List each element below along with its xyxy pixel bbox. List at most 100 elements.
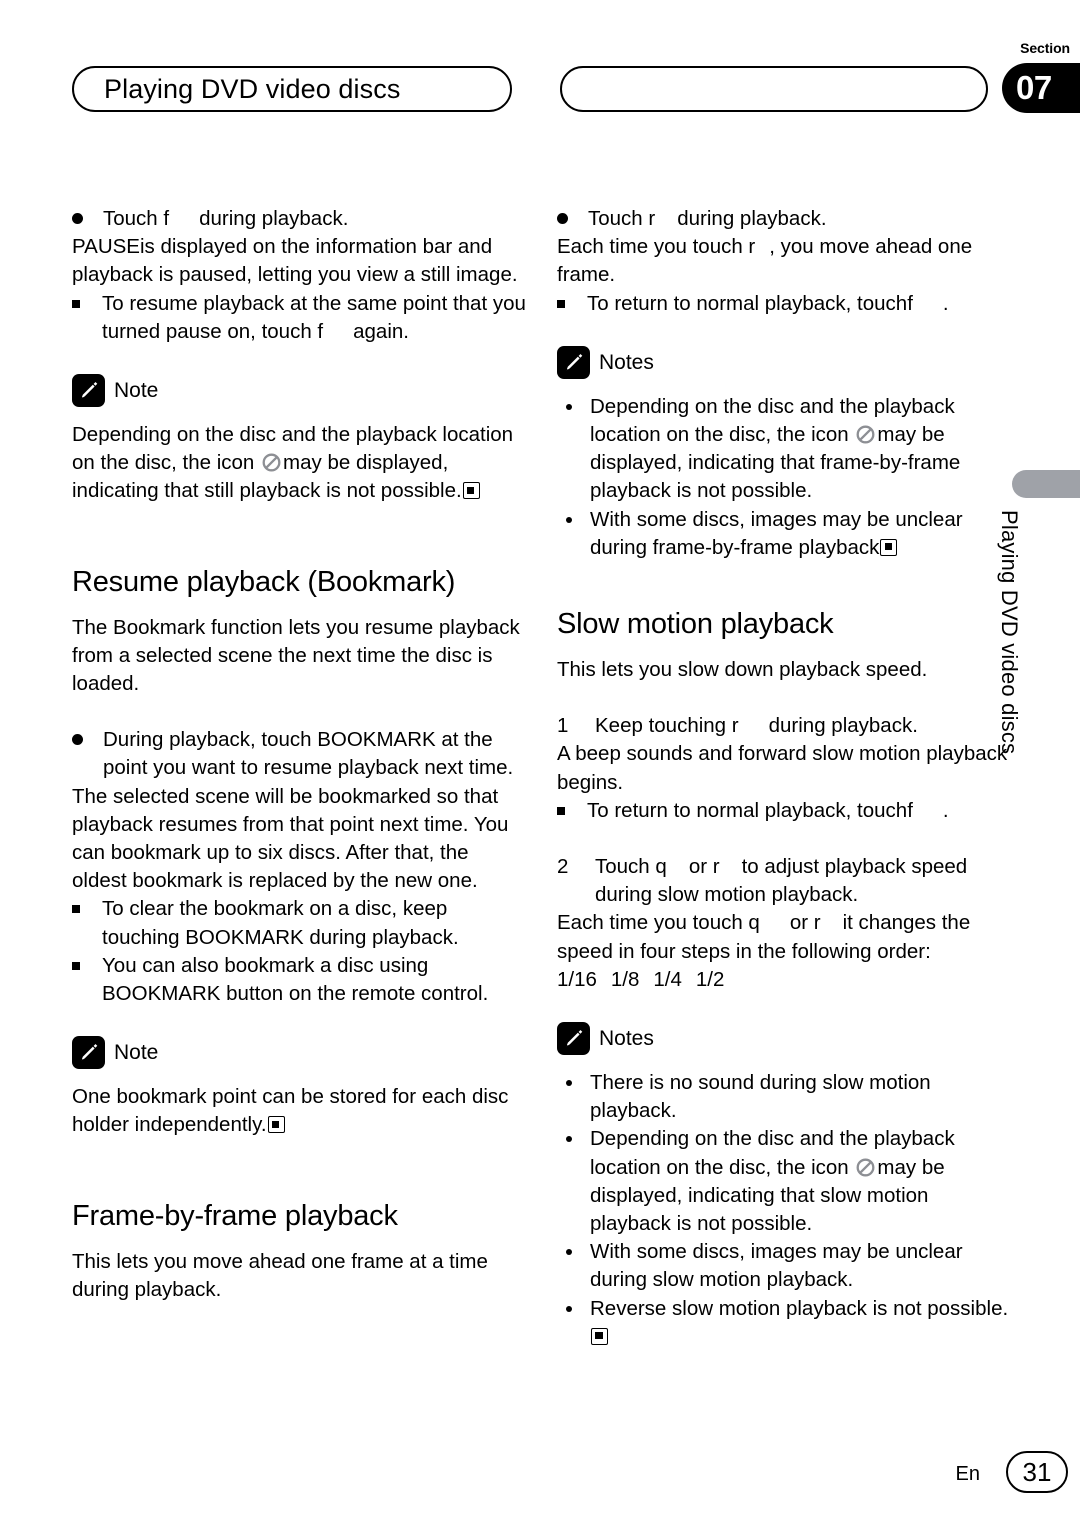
notes-heading-1: Notes [557,345,1012,379]
side-running-title: Playing DVD video discs [997,510,1022,755]
notes-heading-2-label: Notes [599,1027,654,1051]
square-bullet-icon [72,952,102,980]
procedure-step-frame: Touch r during playback. [557,205,1012,233]
dot-bullet-icon [557,1125,590,1153]
list-item: Reverse slow motion playback is not poss… [557,1295,1012,1351]
slow-motion-intro: This lets you slow down playback speed. [557,658,928,682]
page-footer: En 31 [0,1451,1080,1495]
step-2-body: Each time you touch q or r it changes the … [557,909,1012,965]
pause-instruction-tail: during playback. [199,207,349,230]
sub-note-clear-bookmark-text: To clear the bookmark on a disc, keep to… [102,897,459,949]
note-1-text: Depending on the disc and the playback l… [72,421,527,506]
notes-1-item-0-text: Depending on the disc and the playback l… [590,393,1012,506]
procedure-step-1-slow: 1 Keep touching r during playback. [557,712,1012,740]
notes-1-item-1-text: With some discs, images may be unclear d… [590,506,1012,562]
sub-note-slow-return-text: To return to normal playback, touchf. [587,797,1012,825]
step-number-1: 1 [557,714,569,738]
dot-bullet-icon [557,1295,590,1323]
section-number-badge: 07 [1002,63,1080,113]
frame-return-tail: . [942,291,949,315]
step-1-body: A beep sounds and forward slow motion pl… [557,742,1008,794]
bookmark-intro: The Bookmark function lets you resume pl… [72,615,520,696]
procedure-step-pause-text: Touch f during playback. [103,205,527,233]
page-number-value: 31 [1022,1456,1052,1487]
resume-note-head: To resume playback at the same point tha… [102,291,526,343]
step-1-head: Keep touching r [595,714,739,738]
frame-body-a: Each time you touch r [557,235,756,259]
right-text-column: Touch r during playback. Each time you to… [557,205,1012,1351]
note-heading-2-label: Note [114,1041,159,1065]
note-2-text-value: One bookmark point can be stored for eac… [72,1085,509,1137]
dot-bullet-icon [557,1238,590,1266]
running-head-pill: Playing DVD video discs [72,66,512,112]
slow-motion-speed-sequence: 1/16 1/8 1/4 1/2 [557,966,1012,994]
note-heading-2: Note [72,1036,527,1070]
language-label: En [955,1463,980,1485]
pause-instruction-head: Touch f [103,207,170,230]
thumb-index-tab [1012,470,1080,498]
procedure-step-bookmark-text: During playback, touch BOOKMARK at the p… [103,728,514,780]
list-item: There is no sound during slow motion pla… [557,1069,1012,1125]
section-word-label: Section [1020,40,1070,56]
step-number-2: 2 [557,855,569,879]
speed-step-0: 1/16 [557,967,597,991]
pause-body-text: PAUSEis displayed on the information bar… [72,235,518,287]
sub-note-clear-bookmark: To clear the bookmark on a disc, keep to… [72,895,527,951]
round-bullet-icon [72,726,103,754]
slow-return-tail: . [942,798,949,822]
speed-step-3: 1/2 [695,967,725,991]
sub-note-resume: To resume playback at the same point tha… [72,290,527,346]
list-item: With some discs, images may be unclear d… [557,1238,1012,1294]
heading-resume-playback: Resume playback (Bookmark) [72,565,456,598]
heading-frame-by-frame: Frame-by-frame playback [72,1199,398,1232]
procedure-step-frame-text: Touch r during playback. [588,205,1012,233]
speed-step-1: 1/8 [610,967,640,991]
frame-instruction-tail: during playback. [677,207,827,230]
dot-bullet-icon [557,506,590,534]
square-bullet-icon [72,895,102,923]
notes-1-item-1-a: With some discs, images may be unclear d… [590,507,963,559]
notes-2-item-1-text: Depending on the disc and the playback l… [590,1125,1012,1238]
procedure-step-2-slow-text: Touch q or r to adjust playback speed duri… [595,853,1012,909]
end-of-note-icon [462,482,480,500]
note-2-text: One bookmark point can be stored for eac… [72,1083,527,1139]
dot-bullet-icon [557,393,590,421]
end-of-note-icon [267,1116,285,1134]
bookmark-step-body: The selected scene will be bookmarked so… [72,784,509,893]
running-head-pill-empty [560,66,988,112]
prohibited-icon [262,452,281,472]
procedure-step-1-slow-text: Keep touching r during playback. [595,712,1012,740]
pencil-icon [557,1022,590,1056]
page-header: Playing DVD video discs Section 07 [0,0,1080,150]
running-head-label: Playing DVD video discs [104,73,401,104]
procedure-step-pause: Touch f during playback. [72,205,527,233]
step-2-a: Touch q [595,855,667,879]
sub-note-remote-bookmark-text: You can also bookmark a disc using BOOKM… [102,953,489,1006]
list-item: Depending on the disc and the playback l… [557,1125,1012,1238]
frame-by-frame-intro: This lets you move ahead one frame at a … [72,1249,488,1301]
round-bullet-icon [557,205,588,233]
frame-instruction-head: Touch r [588,207,656,230]
square-bullet-icon [557,290,587,318]
notes-heading-2: Notes [557,1022,1012,1056]
notes-heading-1-label: Notes [599,350,654,374]
square-bullet-icon [557,797,587,825]
resume-note-tail: again. [353,319,409,343]
square-bullet-icon [72,290,102,318]
list-item: Depending on the disc and the playback l… [557,393,1012,506]
notes-list-1: Depending on the disc and the playback l… [557,393,1012,562]
end-of-note-icon [591,1327,608,1345]
step-2-b: or r [688,855,720,879]
pencil-icon [72,374,105,408]
step-2-body-a: Each time you touch q [557,911,760,935]
frame-return-head: To return to normal playback, touchf [587,291,913,315]
sub-note-frame-return: To return to normal playback, touchf. [557,290,1012,318]
sub-note-resume-text: To resume playback at the same point tha… [102,290,527,346]
notes-2-item-0-text: There is no sound during slow motion pla… [590,1071,931,1123]
sub-note-frame-return-text: To return to normal playback, touchf. [587,290,1012,318]
procedure-step-bookmark: During playback, touch BOOKMARK at the p… [72,726,527,782]
notes-2-item-2-text: With some discs, images may be unclear d… [590,1240,963,1292]
note-heading-1: Note [72,374,527,408]
notes-list-2: There is no sound during slow motion pla… [557,1069,1012,1351]
step-1-tail: during playback. [768,714,918,738]
